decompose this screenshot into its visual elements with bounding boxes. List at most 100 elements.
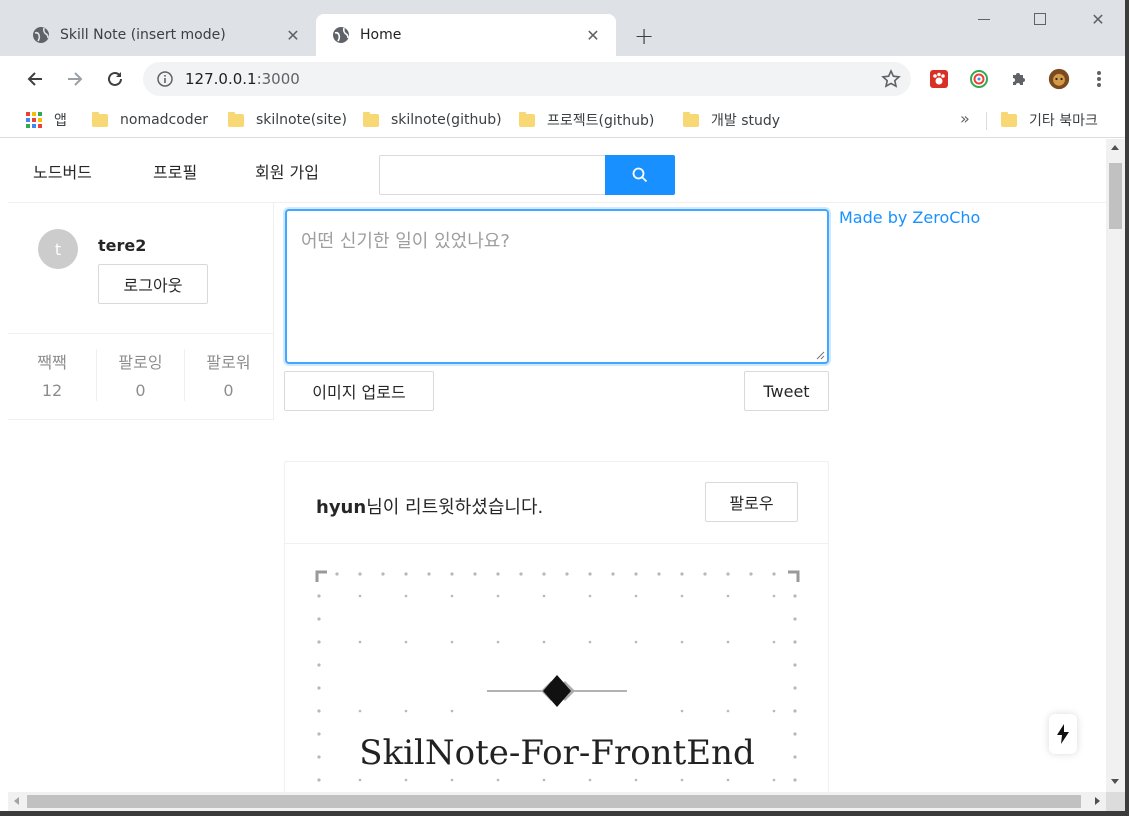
new-tab-button[interactable]: +: [630, 22, 658, 50]
post-image-caption: SkilNote-For-FrontEnd: [359, 733, 754, 773]
bookmark-dev-study[interactable]: 개발 study: [683, 110, 780, 130]
folder-icon: [683, 111, 699, 127]
tab-title: Skill Note (insert mode): [60, 27, 226, 43]
post-header: hyun님이 리트윗하셨습니다. 팔로우: [285, 462, 828, 544]
extension-target-icon[interactable]: [968, 68, 990, 90]
stat-value: 12: [41, 381, 63, 400]
maximize-button[interactable]: [1022, 6, 1058, 32]
bookmark-label: skilnote(github): [391, 112, 502, 128]
lightning-button[interactable]: [1049, 714, 1077, 754]
browser-tab-skill-note[interactable]: Skill Note (insert mode) ✕: [16, 14, 316, 56]
folder-icon: [228, 111, 244, 127]
bookmark-skilnote-github[interactable]: skilnote(github): [363, 110, 502, 130]
vertical-scroll-thumb[interactable]: [1109, 163, 1122, 229]
apps-grid-icon: [26, 112, 42, 128]
stat-followers[interactable]: 팔로워 0: [184, 349, 272, 401]
window-close-button[interactable]: ✕: [1080, 6, 1116, 32]
horizontal-scrollbar[interactable]: [8, 792, 1106, 811]
follow-button[interactable]: 팔로우: [705, 482, 798, 522]
logout-button[interactable]: 로그아웃: [98, 264, 208, 304]
bookmark-star-icon[interactable]: [881, 69, 901, 89]
extension-paw-icon[interactable]: [928, 68, 950, 90]
info-icon[interactable]: [157, 71, 173, 87]
stat-label: 팔로잉: [118, 353, 163, 372]
bookmark-apps[interactable]: 앱: [26, 110, 67, 130]
tweet-placeholder: 어떤 신기한 일이 있었나요?: [301, 231, 510, 252]
search-box: [379, 155, 675, 195]
folder-icon: [1001, 111, 1017, 127]
post-card: hyun님이 리트윗하셨습니다. 팔로우 SkilNote-For-FrontE…: [284, 461, 829, 792]
bookmark-skilnote-site[interactable]: skilnote(site): [228, 110, 347, 130]
globe-icon: [333, 27, 349, 43]
forward-arrow-icon[interactable]: [60, 64, 90, 94]
user-nickname: tere2: [98, 236, 147, 255]
retweet-text: 님이 리트윗하셨습니다.: [366, 497, 544, 518]
user-profile-card: t tere2 로그아웃 짹짹 12 팔로잉 0 팔로워 0: [8, 203, 274, 420]
bookmark-label: skilnote(site): [256, 112, 347, 128]
bookmarks-divider: [986, 112, 987, 130]
scroll-down-arrow-icon[interactable]: [1111, 779, 1119, 784]
image-upload-button[interactable]: 이미지 업로드: [284, 371, 434, 411]
stat-following[interactable]: 팔로잉 0: [96, 349, 184, 401]
tweet-textarea[interactable]: 어떤 신기한 일이 있었나요?: [285, 209, 829, 364]
lightning-icon: [1057, 724, 1069, 744]
window-frame: [0, 811, 1129, 816]
retweet-author[interactable]: hyun: [316, 497, 366, 518]
scroll-right-arrow-icon[interactable]: [1095, 797, 1100, 805]
page-viewport: 노드버드 프로필 회원 가입 t tere2 로그아웃 짹짹 12 팔로잉 0 …: [8, 139, 1106, 792]
menu-dots-icon[interactable]: [1088, 68, 1110, 90]
folder-icon: [92, 111, 108, 127]
tab-title: Home: [360, 27, 402, 43]
resize-handle-icon[interactable]: [815, 350, 825, 360]
bookmark-label: nomadcoder: [120, 112, 209, 128]
browser-tab-home[interactable]: Home ✕: [316, 14, 616, 56]
stat-value: 0: [135, 381, 146, 400]
scroll-up-arrow-icon[interactable]: [1111, 145, 1119, 150]
reload-icon[interactable]: [100, 64, 130, 94]
folder-icon: [519, 111, 535, 127]
back-arrow-icon[interactable]: [20, 64, 50, 94]
window-frame: [1125, 0, 1129, 816]
retweet-notice: hyun님이 리트윗하셨습니다.: [316, 493, 543, 519]
extensions-puzzle-icon[interactable]: [1008, 68, 1030, 90]
bookmark-label: 개발 study: [711, 113, 781, 129]
folder-icon: [363, 111, 379, 127]
stat-tweets[interactable]: 짹짹 12: [8, 349, 96, 400]
scroll-left-arrow-icon[interactable]: [14, 797, 19, 805]
bookmark-other[interactable]: 기타 북마크: [1001, 110, 1098, 130]
post-image[interactable]: SkilNote-For-FrontEnd: [315, 570, 800, 792]
bookmark-nomadcoder[interactable]: nomadcoder: [92, 110, 208, 130]
stat-value: 0: [223, 381, 234, 400]
menu-item-signup[interactable]: 회원 가입: [255, 159, 319, 183]
search-input[interactable]: [379, 155, 605, 195]
horizontal-scroll-thumb[interactable]: [27, 795, 1081, 808]
top-menu: 노드버드 프로필 회원 가입: [8, 139, 1106, 203]
search-icon: [632, 167, 648, 183]
bookmark-project-github[interactable]: 프로젝트(github): [519, 110, 654, 130]
close-tab-icon[interactable]: ✕: [282, 24, 304, 46]
avatar: t: [38, 229, 78, 269]
address-bar[interactable]: 127.0.0.1:3000: [143, 62, 911, 96]
url-text: 127.0.0.1:3000: [185, 70, 300, 88]
made-by-link[interactable]: Made by ZeroCho: [839, 208, 980, 227]
minimize-button[interactable]: [966, 6, 1002, 32]
bookmarks-bar: 앱 nomadcoder skilnote(site) skilnote(git…: [0, 102, 1129, 138]
card-divider: [8, 333, 274, 334]
menu-item-home[interactable]: 노드버드: [33, 159, 92, 183]
bookmark-label: 앱: [54, 113, 67, 129]
vertical-scrollbar[interactable]: [1106, 139, 1125, 792]
stat-label: 팔로워: [206, 353, 251, 372]
globe-icon: [33, 27, 49, 43]
tweet-submit-button[interactable]: Tweet: [744, 371, 829, 411]
search-button[interactable]: [605, 155, 675, 195]
browser-tabstrip: Skill Note (insert mode) ✕ Home ✕ + ✕: [0, 0, 1129, 56]
bookmark-label: 기타 북마크: [1029, 113, 1098, 129]
bookmark-label: 프로젝트(github): [547, 113, 655, 129]
menu-item-profile[interactable]: 프로필: [153, 159, 197, 183]
stat-label: 짹짹: [37, 353, 67, 372]
profile-avatar-icon[interactable]: [1048, 68, 1070, 90]
browser-toolbar: 127.0.0.1:3000: [0, 56, 1129, 102]
bookmarks-overflow-button[interactable]: »: [960, 109, 970, 128]
scrollbar-corner: [1106, 792, 1125, 811]
close-tab-icon[interactable]: ✕: [582, 24, 604, 46]
